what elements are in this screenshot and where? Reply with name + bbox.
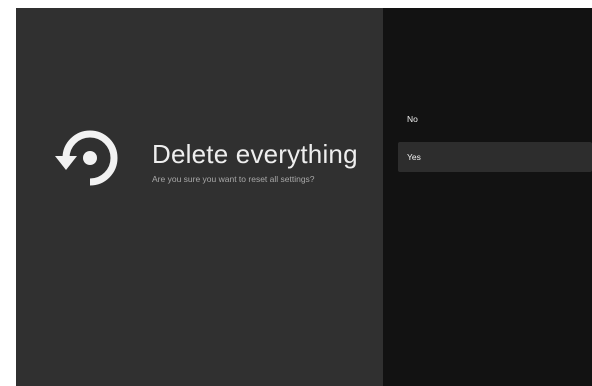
option-no[interactable]: No bbox=[398, 104, 592, 134]
dialog-subtitle: Are you sure you want to reset all setti… bbox=[152, 174, 315, 184]
reset-icon bbox=[55, 130, 118, 186]
tv-screen: Delete everything Are you sure you want … bbox=[16, 8, 592, 386]
dialog-title: Delete everything bbox=[152, 139, 358, 169]
options-pane: No Yes bbox=[383, 8, 592, 386]
dialog-info-pane: Delete everything Are you sure you want … bbox=[16, 8, 383, 386]
option-yes[interactable]: Yes bbox=[398, 142, 592, 172]
